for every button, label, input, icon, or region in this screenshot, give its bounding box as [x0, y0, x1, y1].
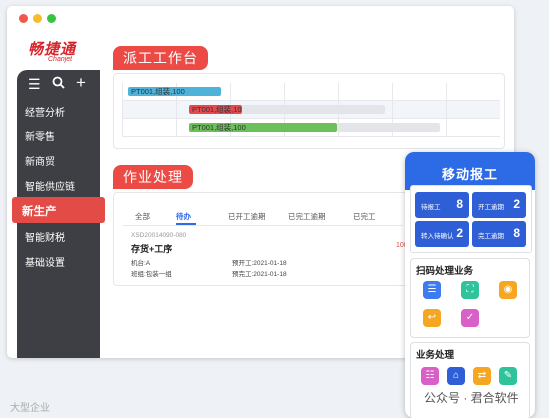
scan-list-icon[interactable]: ☰ — [423, 281, 441, 299]
team-label: 班组:包装一组 — [131, 271, 172, 278]
task-list-icon[interactable]: ☷ — [421, 367, 439, 385]
sidebar-item-production[interactable]: 新生产 — [12, 197, 105, 223]
gantt-task-bar[interactable]: PT001,组装,100 — [128, 87, 221, 96]
business-section: 业务处理 ☷ ⌂ ⇄ ✎ — [410, 342, 530, 418]
menu-icon[interactable]: ☰ — [28, 76, 41, 93]
brand-logo-sub: Chanjet — [48, 56, 73, 63]
sidebar-item-retail[interactable]: 新零售 — [25, 128, 55, 143]
watermark-right: 公众号 · 君合软件 — [424, 391, 519, 405]
tools-icon[interactable]: ✎ — [499, 367, 517, 385]
sidebar-item-trade[interactable]: 新商贸 — [25, 153, 55, 168]
pending-confirm-button[interactable]: 转入待确认 2 — [415, 221, 469, 247]
close-window-dot[interactable] — [19, 14, 28, 23]
tab-start-overdue[interactable]: 已开工逾期 — [228, 211, 266, 222]
mobile-report-panel: 移动报工 待报工 8 开工逾期 2 转入待确认 2 完工逾期 8 扫码处理业务 ☰ ⛶ … — [405, 152, 535, 418]
finish-overdue-button[interactable]: 完工逾期 8 — [472, 221, 526, 247]
tab-all[interactable]: 全部 — [135, 211, 150, 222]
gantt-task-bar[interactable]: PT001,组装,100 — [189, 123, 337, 132]
gantt-remaining-bar — [337, 123, 440, 132]
scan-finish-icon[interactable]: ◉ — [499, 281, 517, 299]
workshop-icon[interactable]: ⌂ — [447, 367, 465, 385]
sidebar-item-settings[interactable]: 基础设置 — [25, 254, 65, 269]
gantt-remaining-bar — [242, 105, 385, 114]
work-title: 作业处理 — [113, 165, 193, 189]
tab-todo[interactable]: 待办 — [176, 211, 191, 222]
plan-start-label: 预开工:2021-01-18 — [232, 260, 287, 267]
mobile-title: 移动报工 — [441, 167, 498, 182]
scan-return-icon[interactable]: ↩ — [423, 309, 441, 327]
sidebar-item-finance-tax[interactable]: 智能财税 — [25, 229, 65, 244]
pending-report-button[interactable]: 待报工 8 — [415, 192, 469, 218]
business-section-title: 业务处理 — [416, 350, 455, 361]
machine-label: 机台:A — [131, 260, 151, 267]
scan-section-title: 扫码处理业务 — [416, 266, 474, 277]
sidebar-item-analysis[interactable]: 经营分析 — [25, 104, 65, 119]
watermark-left: 大型企业 — [10, 403, 50, 414]
add-icon[interactable]: + — [76, 73, 86, 93]
transfer-icon[interactable]: ⇄ — [473, 367, 491, 385]
scan-code-icon[interactable]: ⛶ — [461, 281, 479, 299]
sidebar-item-supply-chain[interactable]: 智能供应链 — [25, 178, 75, 193]
item-name[interactable]: 存货+工序 — [131, 242, 172, 255]
tab-finished[interactable]: 已完工 — [353, 211, 376, 222]
plan-finish-label: 预完工:2021-01-18 — [232, 271, 287, 278]
scan-section: 扫码处理业务 ☰ ⛶ ◉ ↩ ✓ — [410, 258, 530, 338]
maximize-window-dot[interactable] — [47, 14, 56, 23]
minimize-window-dot[interactable] — [33, 14, 42, 23]
tab-finish-overdue[interactable]: 已完工逾期 — [288, 211, 326, 222]
order-code: XSD20014090-080 — [131, 232, 187, 239]
gantt-task-bar[interactable]: PT001,组装,100 — [189, 105, 246, 114]
search-icon[interactable] — [52, 76, 65, 92]
start-overdue-button[interactable]: 开工逾期 2 — [472, 192, 526, 218]
sidebar-item-label: 新生产 — [22, 206, 57, 218]
scan-check-icon[interactable]: ✓ — [461, 309, 479, 327]
dispatch-title: 派工工作台 — [113, 46, 208, 70]
